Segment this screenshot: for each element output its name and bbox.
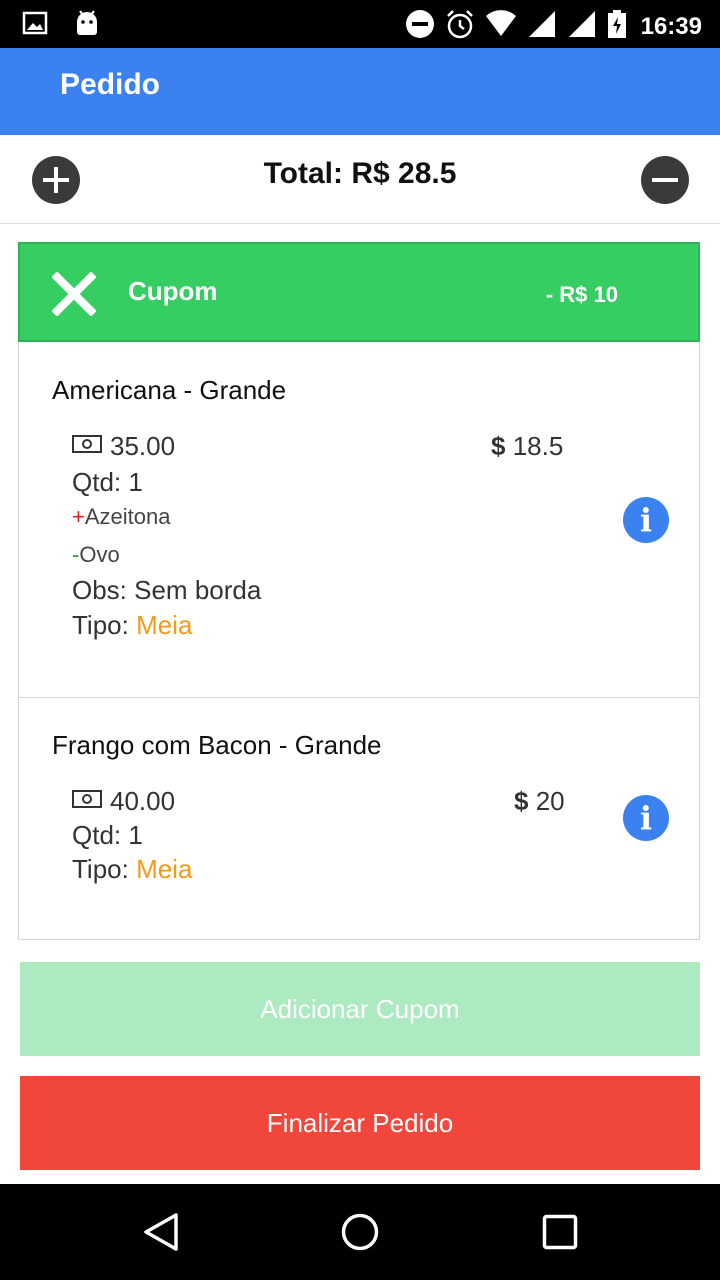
info-icon[interactable]: i bbox=[623, 795, 669, 841]
coupon-label: Cupom bbox=[128, 276, 218, 306]
list-item: Americana - Grande 35.00 $ 18.5 Qtd: 1 +… bbox=[19, 343, 699, 698]
item-quantity: Qtd: 1 bbox=[72, 820, 143, 850]
item-price: $ 18.5 bbox=[491, 431, 563, 462]
tipo-label: Tipo: bbox=[72, 610, 137, 640]
add-sign: + bbox=[72, 504, 85, 529]
base-price-value: 40.00 bbox=[110, 786, 176, 816]
remove-button[interactable] bbox=[641, 156, 689, 204]
info-icon[interactable]: i bbox=[623, 497, 669, 543]
extra-remove-label: Ovo bbox=[79, 542, 120, 567]
tipo-label: Tipo: bbox=[72, 854, 137, 884]
remove-coupon-icon[interactable] bbox=[51, 271, 97, 317]
app-bar: Pedido bbox=[0, 48, 720, 135]
tipo-value: Meia bbox=[136, 610, 193, 640]
status-time: 16:39 bbox=[640, 12, 702, 40]
item-base-price: 35.00 bbox=[72, 431, 175, 462]
base-price-value: 35.00 bbox=[110, 431, 176, 461]
finish-order-button[interactable]: Finalizar Pedido bbox=[20, 1076, 700, 1170]
item-name: Americana - Grande bbox=[52, 375, 287, 405]
item-price: $ 20 bbox=[514, 786, 565, 817]
item-base-price: 40.00 bbox=[72, 786, 175, 817]
wifi-icon bbox=[485, 10, 517, 43]
price-value: 20 bbox=[535, 786, 565, 816]
order-items-list: Cupom - R$ 10 Americana - Grande 35.00 $… bbox=[18, 242, 700, 940]
android-icon bbox=[74, 10, 100, 43]
list-item: Frango com Bacon - Grande 40.00 $ 20 Qtd… bbox=[19, 698, 699, 938]
image-notification-icon bbox=[22, 10, 48, 43]
dollar-icon: $ bbox=[514, 786, 529, 816]
price-value: 18.5 bbox=[512, 431, 564, 461]
item-extra-add: +Azeitona bbox=[72, 504, 170, 530]
item-extra-remove: -Ovo bbox=[72, 542, 120, 568]
signal-icon-2 bbox=[567, 9, 597, 44]
add-coupon-button[interactable]: Adicionar Cupom bbox=[20, 962, 700, 1056]
home-icon[interactable] bbox=[340, 1212, 380, 1257]
battery-charging-icon bbox=[607, 9, 627, 44]
item-name: Frango com Bacon - Grande bbox=[52, 730, 382, 760]
money-icon bbox=[72, 435, 102, 453]
navigation-bar bbox=[0, 1184, 720, 1280]
total-bar: Total: R$ 28.5 bbox=[0, 135, 720, 224]
item-tipo: Tipo: Meia bbox=[72, 610, 192, 641]
recents-icon[interactable] bbox=[542, 1214, 578, 1255]
do-not-disturb-icon bbox=[405, 9, 435, 44]
alarm-icon bbox=[445, 9, 475, 44]
page-title: Pedido bbox=[60, 68, 161, 101]
back-icon[interactable] bbox=[142, 1212, 180, 1257]
tipo-value: Meia bbox=[136, 854, 193, 884]
coupon-discount: - R$ 10 bbox=[545, 282, 618, 307]
coupon-row: Cupom - R$ 10 bbox=[18, 242, 700, 342]
extra-add-label: Azeitona bbox=[84, 504, 171, 529]
dollar-icon: $ bbox=[491, 431, 506, 461]
order-total: Total: R$ 28.5 bbox=[263, 157, 457, 190]
money-icon bbox=[72, 790, 102, 808]
status-bar: 16:39 bbox=[0, 0, 720, 48]
item-quantity: Qtd: 1 bbox=[72, 467, 143, 497]
item-tipo: Tipo: Meia bbox=[72, 854, 192, 885]
item-obs: Obs: Sem borda bbox=[72, 575, 262, 605]
signal-icon bbox=[527, 9, 557, 44]
